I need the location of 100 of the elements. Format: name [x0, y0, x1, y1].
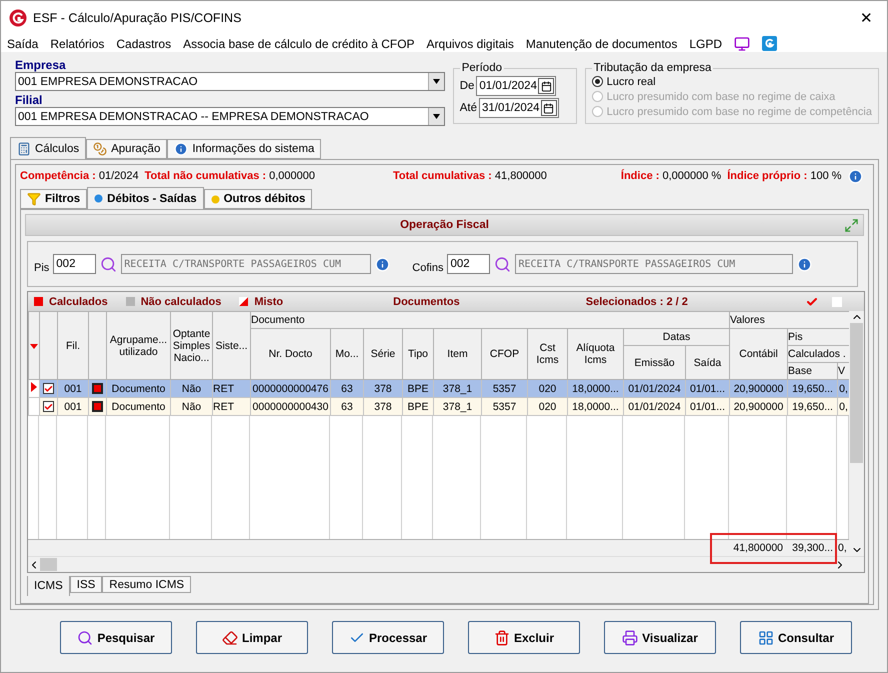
uncheck-all-icon[interactable] [832, 296, 842, 306]
app-logo[interactable] [762, 36, 778, 51]
radio-option[interactable]: Lucro real [592, 74, 872, 89]
column-header: Saída [686, 346, 730, 380]
menu-item[interactable]: LGPD [689, 36, 722, 50]
cofins-code-field[interactable]: 002 [447, 254, 490, 274]
table-cell: 001 [58, 398, 88, 416]
column-header: Nr. Docto [250, 328, 330, 380]
scroll-thumb[interactable] [40, 558, 57, 571]
pis-description-field[interactable]: RECEITA C/TRANSPORTE PASSAGEIROS CUM [121, 254, 372, 274]
current-row-icon [31, 382, 37, 392]
info-icon[interactable] [375, 256, 390, 272]
menu-item[interactable]: Associa base de cálculo de crédito à CFOP [183, 36, 415, 50]
field-label: Até [460, 102, 477, 114]
tab[interactable]: Resumo ICMS [102, 576, 192, 593]
dot-icon [210, 194, 220, 204]
table-cell: Documento [106, 398, 170, 416]
expand-icon[interactable] [844, 218, 859, 233]
row-checkbox[interactable] [43, 401, 54, 412]
monitor-icon[interactable] [734, 36, 750, 52]
date-field[interactable]: 01/01/2024 [476, 76, 556, 96]
action-button[interactable]: Limpar [196, 621, 308, 654]
search-icon[interactable] [100, 256, 118, 272]
action-button[interactable]: Visualizar [604, 621, 716, 654]
branch-combo[interactable]: 001 EMPRESA DEMONSTRACAO -- EMPRESA DEMONSTRACAO [15, 107, 445, 126]
action-button[interactable]: Consultar [740, 621, 852, 654]
group-title: Tributação da empresa [592, 62, 712, 74]
column-header: Cst Icms [528, 328, 568, 380]
window-title: ESF - Cálculo/Apuração PIS/COFINS [33, 11, 242, 25]
info-icon[interactable] [797, 256, 812, 272]
table-cell: 0000000000476 [250, 380, 330, 398]
menu-item[interactable]: Arquivos digitais [426, 36, 514, 50]
info-icon[interactable] [848, 168, 863, 184]
table-cell: 01/01... [686, 398, 730, 416]
table-cell: 63 [330, 398, 364, 416]
cofins-description-field[interactable]: RECEITA C/TRANSPORTE PASSAGEIROS CUM [515, 254, 794, 274]
column-header: Fil. [58, 312, 88, 380]
menu-item[interactable]: Cadastros [116, 36, 172, 50]
app-logo [9, 9, 27, 27]
action-button[interactable]: Excluir [468, 621, 580, 654]
table-cell: 378 [364, 380, 402, 398]
tab[interactable]: Apuração [86, 139, 168, 159]
menu-item[interactable]: Manutenção de documentos [526, 36, 678, 50]
table-cell: 001 [58, 380, 88, 398]
row-checkbox[interactable] [43, 383, 54, 394]
table-cell: Documento [106, 380, 170, 398]
close-button[interactable]: ✕ [854, 9, 879, 27]
table-cell: RET [212, 380, 250, 398]
menu-item[interactable]: Relatórios [50, 36, 104, 50]
calendar-icon[interactable] [540, 100, 557, 116]
action-button[interactable]: Processar [332, 621, 444, 654]
table-cell: 01/01/2024 [624, 398, 686, 416]
tab[interactable]: ISS [70, 576, 102, 593]
section-title: Operação Fiscal [400, 219, 489, 231]
column-header: Base [788, 362, 838, 380]
table-cell: Não [170, 380, 212, 398]
tab[interactable]: Débitos - Saídas [87, 187, 204, 209]
column-header: Agrupame... utilizado [106, 312, 170, 380]
check-all-icon[interactable] [806, 296, 818, 308]
calendar-icon[interactable] [538, 78, 554, 94]
table-icon [758, 630, 774, 646]
column-header: Série [364, 328, 402, 380]
field-label: Filial [15, 93, 44, 107]
column-header: Siste... [212, 312, 250, 380]
search-icon[interactable] [494, 256, 512, 272]
pis-code-field[interactable]: 002 [53, 254, 96, 274]
scroll-thumb[interactable] [850, 323, 863, 463]
summary-item: Índice próprio : 100 % [727, 170, 842, 182]
table-cell: 20,900000 [730, 380, 788, 398]
column-header: Contábil [730, 328, 788, 380]
table-cell: 20,900000 [730, 398, 788, 416]
field-label: Cofins [412, 262, 444, 274]
tab[interactable]: Informações do sistema [167, 139, 322, 159]
table-cell: 01/01... [686, 380, 730, 398]
tab[interactable]: Cálculos [10, 137, 86, 159]
column-header: Optante Simples Nacio... [170, 312, 212, 380]
horizontal-scrollbar[interactable] [28, 556, 864, 572]
table-cell: 0000000000430 [250, 398, 330, 416]
column-header: Emissão [624, 346, 686, 380]
dot-icon [94, 194, 104, 203]
summary-item: Total cumulativas : 41,800000 [393, 170, 547, 182]
tab[interactable]: Outros débitos [204, 189, 312, 209]
printer-icon [622, 630, 638, 646]
grid-title: Documentos [393, 296, 460, 308]
total-cell: 0, [837, 539, 849, 556]
table-cell: 378_1 [434, 398, 482, 416]
summary-item: Índice : 0,000000 % [620, 170, 722, 182]
tab[interactable]: ICMS [27, 576, 70, 596]
tab[interactable]: Filtros [20, 189, 88, 209]
column-header: Mo... [330, 328, 364, 380]
radio-button[interactable] [592, 76, 603, 87]
action-button[interactable]: Pesquisar [60, 621, 172, 654]
table-cell: BPE [402, 398, 434, 416]
date-field[interactable]: 31/01/2024 [478, 98, 559, 118]
company-combo[interactable]: 001 EMPRESA DEMONSTRACAO [15, 72, 445, 91]
legend-label: Misto [254, 296, 284, 308]
sort-arrow-icon[interactable] [30, 344, 38, 348]
total-cell: 41,800000 [729, 539, 787, 556]
menu-item[interactable]: Saída [7, 36, 38, 50]
coins-icon [93, 142, 108, 156]
